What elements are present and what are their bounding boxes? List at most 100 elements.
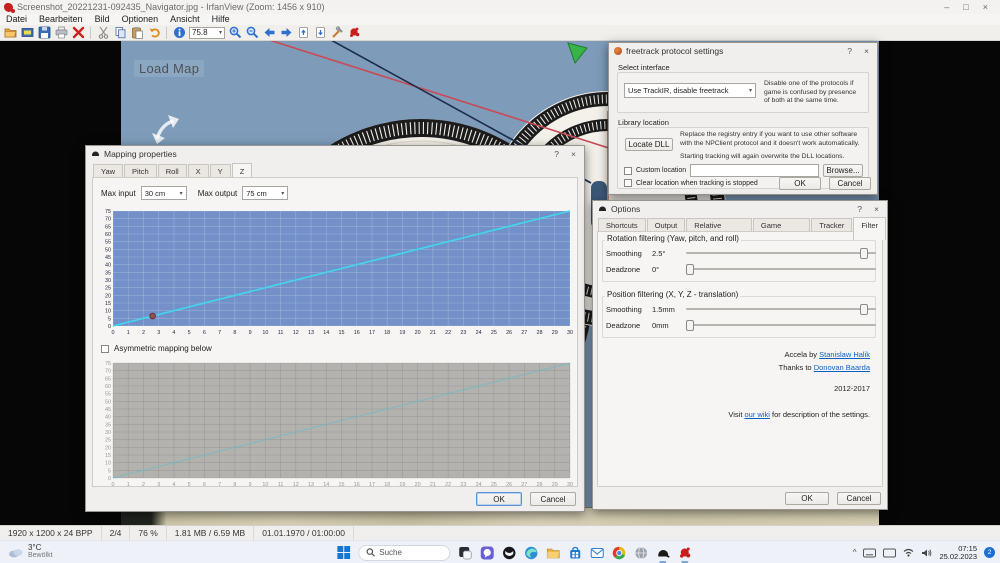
help-icon[interactable]: ? bbox=[554, 149, 559, 159]
cancel-button[interactable]: Cancel bbox=[837, 492, 881, 505]
paste-icon[interactable] bbox=[130, 26, 144, 40]
max-input-select[interactable]: 30 cm ▾ bbox=[141, 186, 187, 200]
svg-text:8: 8 bbox=[233, 482, 236, 488]
next-image-icon[interactable] bbox=[279, 26, 293, 40]
cut-icon[interactable] bbox=[96, 26, 110, 40]
tab-x[interactable]: X bbox=[188, 164, 209, 177]
slideshow-icon[interactable] bbox=[20, 26, 34, 40]
asymmetric-mapping-checkbox[interactable] bbox=[101, 345, 109, 353]
volume-icon[interactable] bbox=[921, 548, 932, 558]
custom-location-checkbox[interactable] bbox=[624, 167, 632, 175]
zoom-level-combobox[interactable]: 75.8 ▾ bbox=[189, 27, 225, 39]
task-view-button[interactable] bbox=[457, 545, 472, 560]
keyboard-icon[interactable] bbox=[863, 548, 876, 558]
cancel-button[interactable]: Cancel bbox=[829, 177, 871, 190]
svg-text:60: 60 bbox=[105, 232, 111, 238]
ok-button[interactable]: OK bbox=[779, 177, 821, 190]
locate-dll-button[interactable]: Locate DLL bbox=[625, 138, 673, 151]
tray-chevron-icon[interactable]: ^ bbox=[853, 548, 857, 557]
tab-z[interactable]: Z bbox=[232, 163, 253, 177]
zoom-out-icon[interactable] bbox=[245, 26, 259, 40]
chat-app-icon[interactable] bbox=[479, 545, 494, 560]
dark-browser-app-icon[interactable] bbox=[501, 545, 516, 560]
start-button[interactable] bbox=[336, 545, 351, 560]
info-icon[interactable] bbox=[172, 26, 186, 40]
interface-select[interactable]: Use TrackIR, disable freetrack ▾ bbox=[624, 83, 756, 98]
svg-text:0: 0 bbox=[108, 476, 111, 482]
weather-widget[interactable]: 3°C Bewölkt bbox=[8, 543, 53, 560]
custom-location-input[interactable] bbox=[690, 164, 819, 177]
rotation-smoothing-slider[interactable] bbox=[686, 248, 876, 259]
print-icon[interactable] bbox=[54, 26, 68, 40]
tab-filter[interactable]: Filter bbox=[853, 217, 886, 240]
tab-pitch[interactable]: Pitch bbox=[124, 164, 157, 177]
file-explorer-icon[interactable] bbox=[545, 545, 560, 560]
rotation-deadzone-slider[interactable] bbox=[686, 264, 876, 275]
position-smoothing-slider[interactable] bbox=[686, 304, 876, 315]
slider-handle[interactable] bbox=[686, 264, 694, 275]
taskbar-search[interactable]: Suche bbox=[358, 545, 450, 561]
help-icon[interactable]: ? bbox=[857, 204, 862, 214]
svg-text:26: 26 bbox=[506, 330, 512, 336]
mail-app-icon[interactable] bbox=[589, 545, 604, 560]
clear-location-checkbox[interactable] bbox=[624, 179, 632, 187]
open-folder-icon[interactable] bbox=[3, 26, 17, 40]
browse-button[interactable]: Browse... bbox=[823, 164, 863, 177]
slider-handle[interactable] bbox=[860, 304, 868, 315]
close-icon[interactable]: × bbox=[864, 46, 869, 56]
maximize-icon[interactable]: □ bbox=[963, 0, 968, 14]
undo-icon[interactable] bbox=[147, 26, 161, 40]
touchpad-icon[interactable] bbox=[883, 548, 896, 558]
opentrack-app-icon[interactable] bbox=[655, 545, 670, 560]
slider-track bbox=[686, 252, 876, 254]
tab-yaw[interactable]: Yaw bbox=[93, 164, 123, 177]
position-deadzone-slider[interactable] bbox=[686, 320, 876, 331]
svg-text:5: 5 bbox=[188, 330, 191, 336]
minimize-icon[interactable]: – bbox=[944, 0, 949, 14]
wifi-icon[interactable] bbox=[903, 548, 914, 557]
copy-icon[interactable] bbox=[113, 26, 127, 40]
tab-y[interactable]: Y bbox=[210, 164, 231, 177]
max-output-select[interactable]: 75 cm ▾ bbox=[242, 186, 288, 200]
last-page-icon[interactable] bbox=[313, 26, 327, 40]
slider-handle[interactable] bbox=[860, 248, 868, 259]
globe-app-icon[interactable] bbox=[633, 545, 648, 560]
slider-handle[interactable] bbox=[686, 320, 694, 331]
svg-text:28: 28 bbox=[537, 482, 543, 488]
donovan-baarda-link[interactable]: Donovan Baarda bbox=[814, 363, 870, 372]
paint-icon[interactable] bbox=[347, 26, 361, 40]
ok-button[interactable]: OK bbox=[476, 492, 522, 506]
close-icon[interactable]: × bbox=[983, 0, 988, 14]
custom-location-label: Custom location bbox=[636, 167, 686, 174]
tab-roll[interactable]: Roll bbox=[158, 164, 187, 177]
svg-text:2: 2 bbox=[142, 330, 145, 336]
mapping-curve-chart[interactable]: 0123456789101112131415161718192021222324… bbox=[97, 208, 575, 336]
cancel-button[interactable]: Cancel bbox=[530, 492, 576, 506]
delete-icon[interactable] bbox=[71, 26, 85, 40]
svg-text:15: 15 bbox=[105, 453, 111, 459]
menu-hilfe[interactable]: Hilfe bbox=[206, 14, 236, 25]
menu-optionen[interactable]: Optionen bbox=[116, 14, 165, 25]
ok-button[interactable]: OK bbox=[785, 492, 829, 505]
save-icon[interactable] bbox=[37, 26, 51, 40]
taskbar-clock[interactable]: 07:15 25.02.2023 bbox=[939, 545, 977, 561]
close-icon[interactable]: × bbox=[874, 204, 879, 214]
edge-browser-icon[interactable] bbox=[523, 545, 538, 560]
close-icon[interactable]: × bbox=[571, 149, 576, 159]
zoom-in-icon[interactable] bbox=[228, 26, 242, 40]
first-page-icon[interactable] bbox=[296, 26, 310, 40]
menu-bild[interactable]: Bild bbox=[89, 14, 116, 25]
wiki-link[interactable]: our wiki bbox=[745, 410, 770, 419]
chrome-browser-icon[interactable] bbox=[611, 545, 626, 560]
help-icon[interactable]: ? bbox=[847, 46, 852, 56]
tools-icon[interactable] bbox=[330, 26, 344, 40]
temperature-label: 3°C bbox=[28, 543, 53, 552]
menu-bearbeiten[interactable]: Bearbeiten bbox=[33, 14, 89, 25]
irfanview-app-icon[interactable] bbox=[677, 545, 692, 560]
microsoft-store-icon[interactable] bbox=[567, 545, 582, 560]
menu-datei[interactable]: Datei bbox=[0, 14, 33, 25]
previous-image-icon[interactable] bbox=[262, 26, 276, 40]
stanislaw-halik-link[interactable]: Stanislaw Halik bbox=[819, 350, 870, 359]
menu-ansicht[interactable]: Ansicht bbox=[164, 14, 206, 25]
notification-badge[interactable]: 2 bbox=[984, 547, 995, 558]
